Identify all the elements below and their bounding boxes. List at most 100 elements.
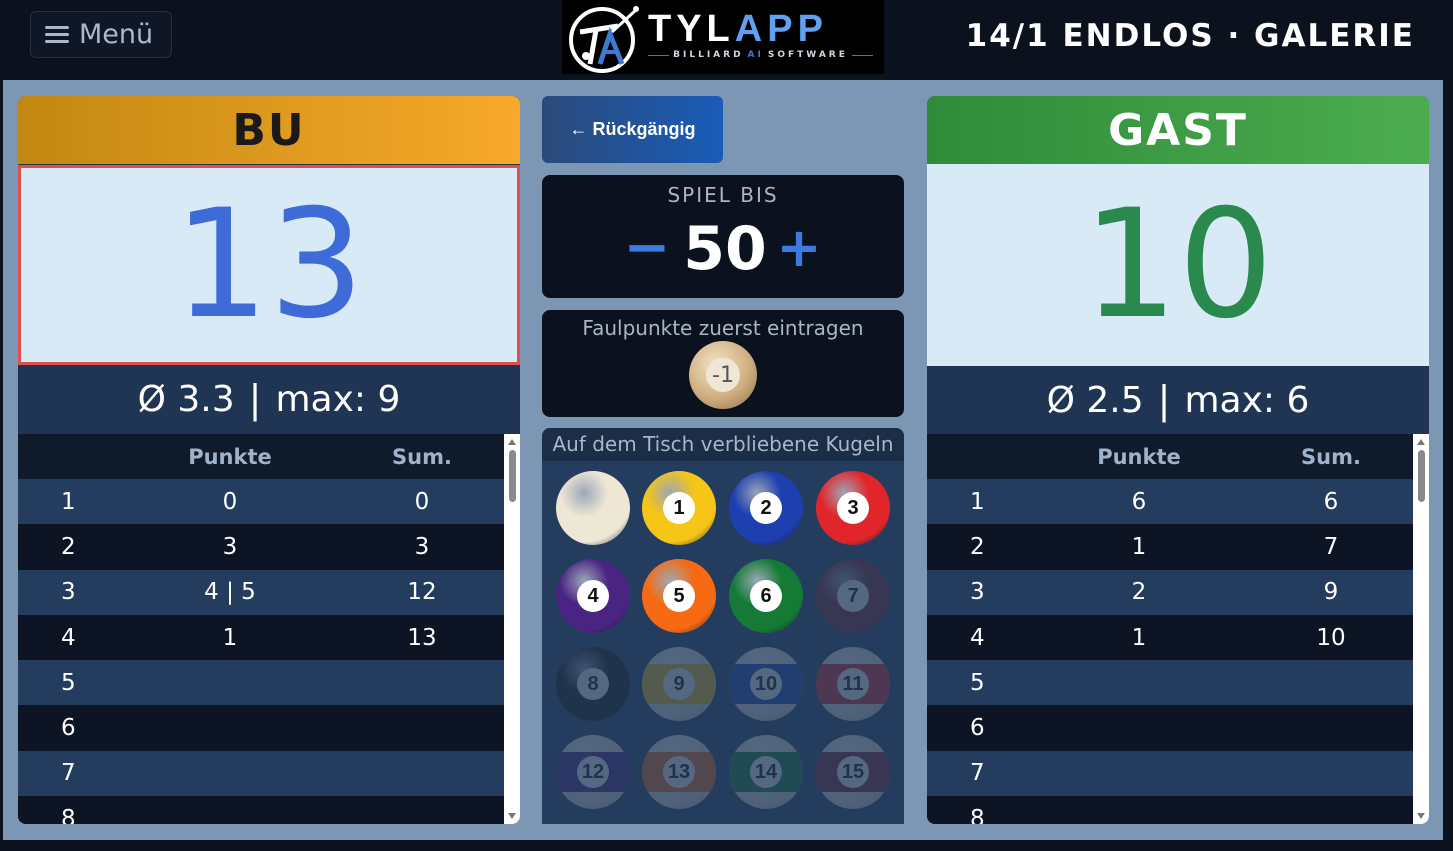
game-title: 14/1 ENDLOS · GALERIE: [965, 18, 1415, 54]
table-row: 3 4 | 5 12: [18, 569, 504, 615]
ball-4[interactable]: 4: [556, 559, 630, 633]
ball-number: 9: [663, 668, 695, 700]
inning-number: 5: [61, 669, 76, 696]
ball-5[interactable]: 5: [642, 559, 716, 633]
foul-ball-button[interactable]: -1: [689, 341, 757, 409]
table-header: Punkte Sum.: [927, 434, 1413, 479]
table-row: 7: [18, 750, 504, 797]
player1-stats: Ø 3.3 | max: 9: [18, 365, 520, 433]
header: Menü TYLAPP BILLIARD AI SOFTWARE 14/1 EN…: [0, 0, 1453, 80]
inning-points: 1: [1131, 533, 1147, 560]
inning-points: 4 | 5: [204, 579, 256, 606]
cue-ball[interactable]: [556, 471, 630, 545]
ball-number: 5: [663, 580, 695, 612]
table-row: 5: [18, 660, 504, 706]
inning-number: 4: [970, 624, 985, 651]
ball-number: 15: [837, 756, 869, 788]
scroll-up-icon[interactable]: [1417, 439, 1425, 445]
table-row: 1 6 6: [927, 479, 1413, 525]
inning-number: 1: [970, 488, 985, 515]
ball-13[interactable]: 13: [642, 735, 716, 809]
scroll-thumb[interactable]: [509, 450, 516, 502]
table-row: 4 1 10: [927, 614, 1413, 661]
inning-number: 2: [970, 533, 985, 560]
logo-emblem-icon: [569, 6, 639, 73]
inning-points: 3: [222, 533, 238, 560]
hamburger-icon: [45, 25, 69, 44]
ball-1[interactable]: 1: [642, 471, 716, 545]
player1-score[interactable]: 13: [18, 165, 520, 365]
ball-2[interactable]: 2: [729, 471, 803, 545]
ball-number: 10: [750, 668, 782, 700]
col-points-header: Punkte: [188, 444, 272, 469]
stats-separator: |: [248, 377, 262, 421]
inning-sum: 7: [1323, 533, 1339, 560]
scroll-down-icon[interactable]: [1417, 813, 1425, 819]
player1-history-table: Punkte Sum. 1 0 0 2 3 3 3 4 | 5 12 4 1 13 5 6 7 8: [18, 434, 504, 824]
inning-points: 6: [1131, 488, 1147, 515]
foul-label: Faulpunkte zuerst eintragen: [582, 316, 864, 340]
table-row: 2 3 3: [18, 524, 504, 570]
ball-number: 4: [577, 580, 609, 612]
player2-panel: GAST 10 Ø 2.5 | max: 6 Punkte Sum. 1 6 6 2 1…: [927, 96, 1429, 824]
scroll-thumb[interactable]: [1418, 450, 1425, 502]
target-decrease-button[interactable]: −: [622, 213, 672, 283]
player1-average: Ø 3.3: [137, 378, 235, 420]
ball-7[interactable]: 7: [816, 559, 890, 633]
ball-11[interactable]: 11: [816, 647, 890, 721]
ball-3[interactable]: 3: [816, 471, 890, 545]
table-row: 7: [927, 750, 1413, 797]
ball-number: 7: [837, 580, 869, 612]
scroll-down-icon[interactable]: [508, 813, 516, 819]
player2-scrollbar[interactable]: [1413, 434, 1429, 824]
ball-10[interactable]: 10: [729, 647, 803, 721]
inning-number: 4: [61, 624, 76, 651]
scroll-up-icon[interactable]: [508, 439, 516, 445]
inning-number: 1: [61, 488, 76, 515]
inning-number: 5: [970, 669, 985, 696]
foul-value: -1: [706, 358, 740, 392]
menu-label: Menü: [79, 19, 154, 50]
ball-number: 8: [577, 668, 609, 700]
ball-15[interactable]: 15: [816, 735, 890, 809]
col-sum-header: Sum.: [392, 444, 452, 469]
undo-button[interactable]: ← Rückgängig: [542, 96, 723, 163]
table-row: 8: [18, 796, 504, 824]
ball-number: 13: [663, 756, 695, 788]
inning-sum: 3: [414, 533, 430, 560]
player2-history-table: Punkte Sum. 1 6 6 2 1 7 3 2 9 4 1 10 5 6 7 8: [927, 434, 1413, 824]
ball-number: 12: [577, 756, 609, 788]
stats-separator: |: [1157, 378, 1171, 422]
table-row: 6: [18, 705, 504, 751]
inning-number: 3: [61, 579, 76, 606]
player1-scrollbar[interactable]: [504, 434, 520, 824]
ball-12[interactable]: 12: [556, 735, 630, 809]
remaining-balls-panel: Auf dem Tisch verbliebene Kugeln 1234567…: [542, 428, 904, 824]
col-points-header: Punkte: [1097, 444, 1181, 469]
ball-9[interactable]: 9: [642, 647, 716, 721]
ball-8[interactable]: 8: [556, 647, 630, 721]
ball-6[interactable]: 6: [729, 559, 803, 633]
inning-sum: 10: [1316, 624, 1346, 651]
player1-history: Punkte Sum. 1 0 0 2 3 3 3 4 | 5 12 4 1 13 5 6 7 8: [18, 434, 520, 824]
menu-button[interactable]: Menü: [30, 11, 172, 58]
logo-sub-software: SOFTWARE: [767, 50, 848, 60]
ball-14[interactable]: 14: [729, 735, 803, 809]
player1-panel: BU 13 Ø 3.3 | max: 9 Punkte Sum. 1002333…: [18, 96, 520, 824]
ball-number: 14: [750, 756, 782, 788]
right-border: [1443, 80, 1453, 851]
player2-history: Punkte Sum. 1 6 6 2 1 7 3 2 9 4 1 10 5 6 7 8: [927, 434, 1429, 824]
inning-sum: 6: [1323, 488, 1339, 515]
target-increase-button[interactable]: +: [774, 213, 824, 283]
logo-brand-main: TYL: [648, 8, 735, 50]
left-border: [0, 80, 3, 851]
player2-score[interactable]: 10: [927, 164, 1429, 366]
inning-number: 7: [970, 760, 985, 787]
table-row: 1 0 0: [18, 479, 504, 525]
player2-stats: Ø 2.5 | max: 6: [927, 366, 1429, 434]
table-row: 8: [927, 796, 1413, 824]
inning-points: 2: [1131, 579, 1147, 606]
player2-average: Ø 2.5: [1046, 379, 1144, 421]
table-row: 4 1 13: [18, 614, 504, 661]
player2-name: GAST: [927, 96, 1429, 164]
